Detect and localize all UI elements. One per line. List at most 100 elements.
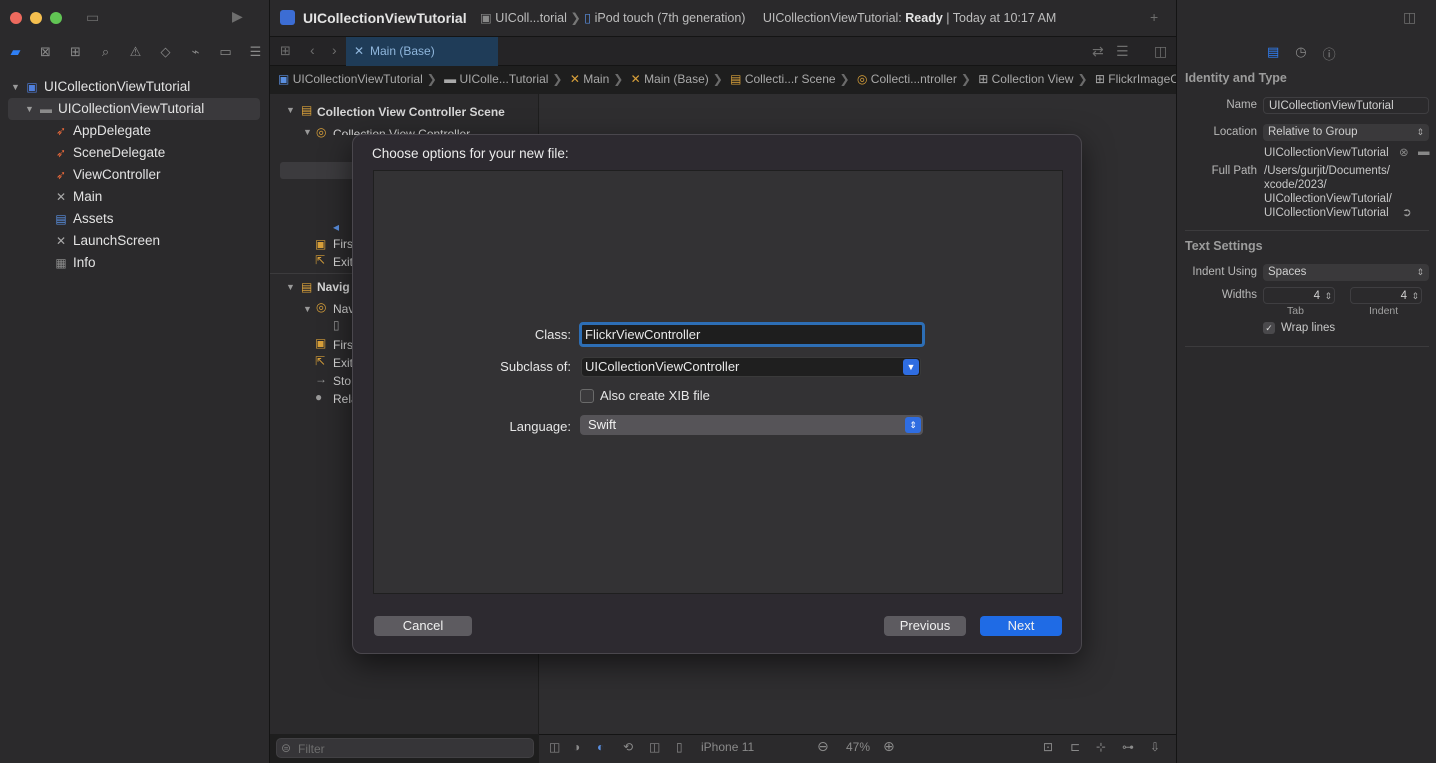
- disclosure-open-icon[interactable]: ▼: [286, 282, 295, 292]
- stepper-icon[interactable]: ⇕: [1324, 288, 1332, 305]
- lines-icon[interactable]: ☰: [1116, 43, 1129, 60]
- reveal-arrow-icon[interactable]: ➲: [1402, 206, 1412, 220]
- clear-icon[interactable]: ⊗: [1399, 146, 1409, 160]
- tree-item-info[interactable]: ▦ Info: [0, 252, 270, 274]
- breadcrumb-item[interactable]: ▬ UIColle...Tutorial: [444, 72, 548, 86]
- source-control-icon[interactable]: ⊠: [36, 43, 55, 61]
- disclosure-open-icon[interactable]: ▼: [25, 98, 34, 120]
- embed-icon[interactable]: ⇩: [1150, 740, 1160, 754]
- outline-first-responder[interactable]: Firs: [333, 237, 353, 251]
- wrap-lines-checkbox[interactable]: ✓: [1263, 322, 1275, 334]
- project-icon: ▣: [26, 80, 38, 94]
- tree-item-assets[interactable]: ▤ Assets: [0, 208, 270, 230]
- breakpoint-icon[interactable]: ▭: [216, 43, 235, 61]
- breadcrumb-item[interactable]: ⊞ Collection View: [978, 72, 1073, 86]
- add-icon[interactable]: +: [1150, 9, 1158, 25]
- tab-width-stepper[interactable]: 4 ⇕: [1263, 287, 1335, 304]
- outline-selected-row[interactable]: [280, 162, 360, 179]
- outline-exit[interactable]: Exit: [333, 356, 353, 370]
- chevron-down-icon[interactable]: ▼: [903, 359, 919, 375]
- align-icon[interactable]: ⊏: [1070, 740, 1080, 754]
- symbol-icon[interactable]: ⊞: [66, 43, 85, 61]
- dark-mode-icon[interactable]: ◐: [597, 740, 604, 754]
- orientation-icon[interactable]: ⟲: [623, 740, 633, 754]
- tree-item-main[interactable]: ✕ Main: [0, 186, 270, 208]
- folder-icon[interactable]: ▬: [1418, 145, 1430, 159]
- debug-icon[interactable]: ⌁: [186, 43, 205, 61]
- inspector-toggle-icon[interactable]: ◫: [1403, 9, 1416, 26]
- cancel-button[interactable]: Cancel: [374, 616, 472, 636]
- breadcrumb-item[interactable]: ▣ UICollectionViewTutorial: [278, 72, 423, 86]
- filter-field[interactable]: ⊜ Filter: [276, 738, 534, 758]
- breadcrumb-item[interactable]: ◎ Collecti...ntroller: [857, 72, 957, 86]
- test-icon[interactable]: ◇: [156, 43, 175, 61]
- disclosure-open-icon[interactable]: ▼: [303, 127, 312, 137]
- close-window-button[interactable]: [10, 12, 22, 24]
- previous-button[interactable]: Previous: [884, 616, 966, 636]
- language-popup[interactable]: Swift ⇕: [580, 415, 923, 435]
- chevron-left-icon[interactable]: ‹: [310, 42, 315, 58]
- folder-icon[interactable]: ▰: [6, 43, 25, 61]
- minimize-window-button[interactable]: [30, 12, 42, 24]
- disclosure-open-icon[interactable]: ▼: [303, 304, 312, 314]
- outline-toggle-icon[interactable]: ◫: [549, 740, 560, 754]
- scheme-title[interactable]: UICollectionViewTutorial: [280, 0, 467, 36]
- close-tab-icon[interactable]: ✕: [354, 37, 364, 66]
- device-selector[interactable]: ▯ iPod touch (7th generation): [584, 11, 745, 25]
- tab-main-base[interactable]: ✕ Main (Base): [346, 37, 498, 66]
- name-field[interactable]: UICollectionViewTutorial: [1263, 97, 1429, 114]
- outline-first-responder[interactable]: Firs: [333, 338, 353, 352]
- device-icon[interactable]: ▯: [676, 740, 683, 754]
- zoom-level[interactable]: 47%: [846, 740, 870, 754]
- split-icon[interactable]: ◫: [649, 740, 660, 754]
- run-icon[interactable]: ▶: [232, 8, 243, 25]
- report-icon[interactable]: ☰: [246, 43, 265, 61]
- name-value: UICollectionViewTutorial: [1269, 100, 1394, 112]
- sidebar-toggle-icon[interactable]: ▭: [86, 9, 99, 26]
- warning-icon[interactable]: ⚠: [126, 43, 145, 61]
- tree-item-group[interactable]: ▼ ▬ UICollectionViewTutorial: [8, 98, 260, 120]
- zoom-out-icon[interactable]: ⊖: [817, 738, 829, 755]
- appearance-icon[interactable]: ◑: [573, 740, 580, 754]
- indent-using-popup[interactable]: Spaces ⇕: [1263, 264, 1429, 281]
- indent-width-stepper[interactable]: 4 ⇕: [1350, 287, 1422, 304]
- disclosure-open-icon[interactable]: ▼: [11, 76, 20, 98]
- breadcrumb-item[interactable]: ✕ Main (Base): [631, 72, 709, 86]
- chevron-right-icon[interactable]: ›: [332, 42, 337, 58]
- file-inspector-icon[interactable]: ▤: [1267, 44, 1279, 63]
- tree-item-scenedelegate[interactable]: ➶ SceneDelegate: [0, 142, 270, 164]
- location-popup[interactable]: Relative to Group ⇕: [1263, 124, 1429, 141]
- outline-scene-title[interactable]: Collection View Controller Scene: [317, 105, 505, 119]
- outline-storyboard-entry[interactable]: Sto: [333, 374, 351, 388]
- canvas-device-label[interactable]: iPhone 11: [701, 740, 754, 754]
- add-editor-icon[interactable]: ◫: [1154, 43, 1167, 60]
- outline-scene-title[interactable]: Navig: [317, 280, 350, 294]
- class-name-input[interactable]: FlickrViewController: [579, 322, 925, 347]
- breadcrumb-item[interactable]: ▤ Collecti...r Scene: [730, 72, 835, 86]
- tree-item-viewcontroller[interactable]: ➶ ViewController: [0, 164, 270, 186]
- also-create-xib-checkbox[interactable]: [580, 389, 594, 403]
- update-frames-icon[interactable]: ⊡: [1043, 740, 1053, 754]
- subclass-combobox[interactable]: UICollectionViewController ▼: [581, 357, 921, 377]
- tree-item-project[interactable]: ▼ ▣ UICollectionViewTutorial: [0, 76, 270, 98]
- tree-item-appdelegate[interactable]: ➶ AppDelegate: [0, 120, 270, 142]
- tree-item-launchscreen[interactable]: ✕ LaunchScreen: [0, 230, 270, 252]
- breadcrumb-item[interactable]: ✕ Main: [570, 72, 609, 86]
- resolve-icon[interactable]: ⊶: [1122, 740, 1134, 754]
- search-icon[interactable]: ⌕: [96, 43, 115, 61]
- history-icon[interactable]: ◷: [1295, 44, 1306, 63]
- outline-exit[interactable]: Exit: [333, 255, 353, 269]
- refresh-icon[interactable]: ⇄: [1092, 43, 1104, 60]
- grid-icon[interactable]: ⊞: [280, 43, 291, 59]
- next-button[interactable]: Next: [980, 616, 1062, 636]
- help-icon[interactable]: ⓘ: [1323, 44, 1336, 63]
- stepper-icon[interactable]: ⇕: [1411, 288, 1419, 305]
- name-label: Name: [1226, 99, 1257, 111]
- target-selector[interactable]: ▣ UIColl...torial: [480, 11, 567, 25]
- pin-icon[interactable]: ⊹: [1096, 740, 1106, 754]
- disclosure-open-icon[interactable]: ▼: [286, 105, 295, 115]
- zoom-window-button[interactable]: [50, 12, 62, 24]
- breadcrumb-item[interactable]: ⊞ FlickrImageCell: [1095, 72, 1176, 86]
- zoom-in-icon[interactable]: ⊕: [883, 738, 895, 755]
- tree-item-label: ViewController: [73, 167, 161, 182]
